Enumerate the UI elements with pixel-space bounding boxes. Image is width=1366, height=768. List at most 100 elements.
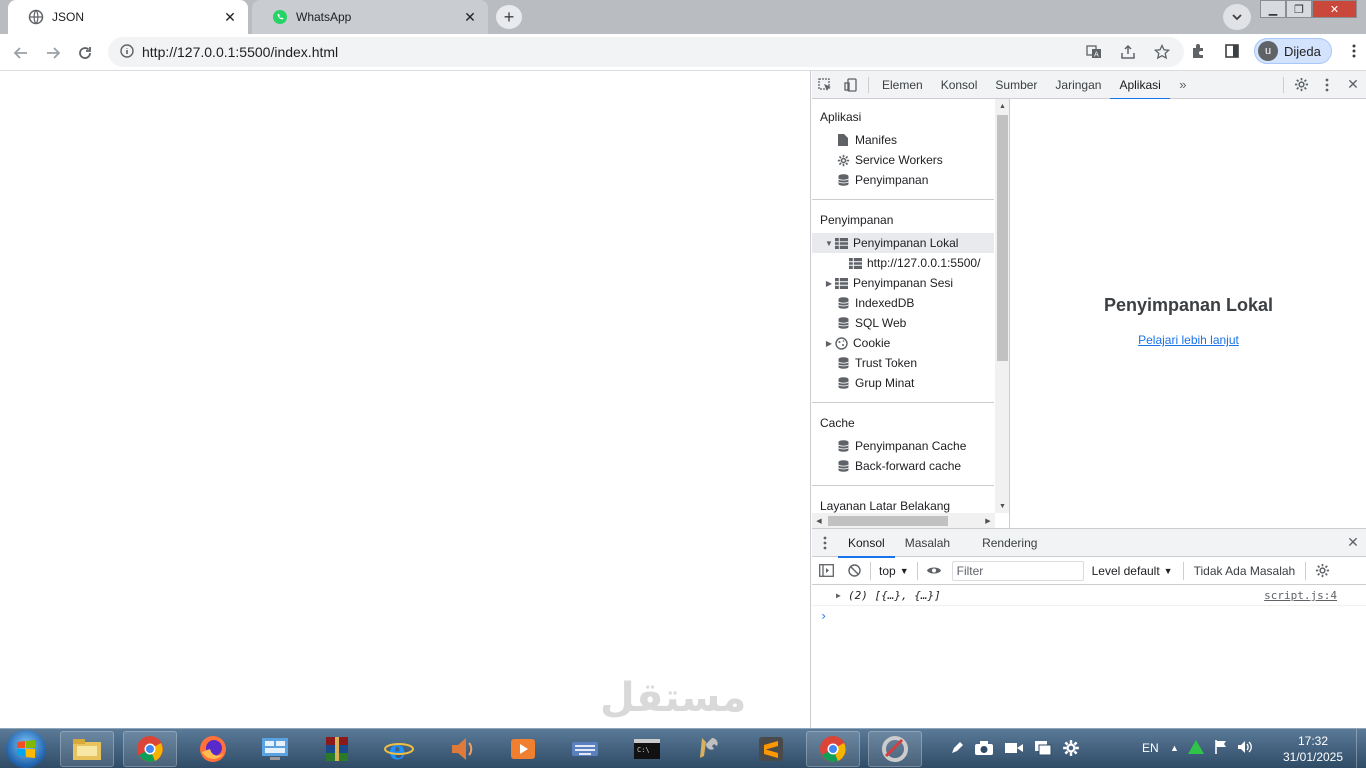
- control-panel-app-icon[interactable]: [248, 731, 302, 767]
- sidebar-item-indexeddb[interactable]: IndexedDB: [812, 293, 994, 313]
- drawer-tab-masalah[interactable]: Masalah: [895, 529, 960, 557]
- sidebar-item-session-storage[interactable]: ▶ Penyimpanan Sesi: [812, 273, 994, 293]
- scroll-left-icon[interactable]: ◀: [812, 513, 826, 528]
- sidebar-toggle-icon[interactable]: [812, 558, 840, 584]
- tab-whatsapp[interactable]: WhatsApp ✕: [252, 0, 488, 34]
- url-text[interactable]: http://127.0.0.1:5500/index.html: [142, 44, 338, 60]
- reload-button[interactable]: [72, 40, 98, 66]
- flag-icon[interactable]: [1213, 739, 1229, 758]
- side-panel-icon[interactable]: [1220, 38, 1244, 64]
- chrome-app-icon[interactable]: [123, 731, 177, 767]
- inspect-icon[interactable]: [812, 71, 838, 99]
- tools-app-icon[interactable]: [682, 731, 736, 767]
- volume-icon[interactable]: [1237, 739, 1253, 758]
- drawer-tab-konsol[interactable]: Konsol: [838, 529, 895, 558]
- menu-kebab-icon[interactable]: [1342, 38, 1366, 64]
- explorer-app-icon[interactable]: [60, 731, 114, 767]
- tab-close-icon[interactable]: ✕: [462, 9, 478, 25]
- sidebar-horizontal-scrollbar[interactable]: ◀ ▶: [812, 513, 995, 528]
- clear-console-icon[interactable]: [840, 558, 868, 584]
- console-log-row[interactable]: ▶ (2) [{…}, {…}] script.js:4: [812, 586, 1366, 606]
- command-prompt-app-icon[interactable]: C:\: [620, 731, 674, 767]
- start-button[interactable]: [6, 730, 46, 768]
- close-devtools-icon[interactable]: ✕: [1340, 71, 1366, 99]
- learn-more-link[interactable]: Pelajari lebih lanjut: [1011, 333, 1366, 347]
- tab-close-icon[interactable]: ✕: [222, 9, 238, 25]
- back-button[interactable]: [8, 40, 34, 66]
- sidebar-item-trust-token[interactable]: Trust Token: [812, 353, 994, 373]
- sidebar-item-sql-web[interactable]: SQL Web: [812, 313, 994, 333]
- maximize-button[interactable]: ❐: [1286, 0, 1312, 18]
- gear-icon[interactable]: [1062, 739, 1080, 760]
- scroll-thumb[interactable]: [828, 516, 948, 526]
- address-bar[interactable]: http://127.0.0.1:5500/index.html A: [108, 37, 1184, 67]
- camera-icon[interactable]: [974, 740, 994, 759]
- sidebar-item-penyimpanan[interactable]: Penyimpanan: [812, 170, 994, 190]
- minimize-button[interactable]: ▁: [1260, 0, 1286, 18]
- sidebar-item-grup-minat[interactable]: Grup Minat: [812, 373, 994, 393]
- extensions-icon[interactable]: [1186, 38, 1210, 64]
- clock[interactable]: 17:32 31/01/2025: [1278, 733, 1348, 765]
- sidebar-item-cookie[interactable]: ▶ Cookie: [812, 333, 994, 353]
- keyboard-app-icon[interactable]: [558, 731, 612, 767]
- sublime-text-app-icon[interactable]: [744, 731, 798, 767]
- share-icon[interactable]: [1118, 42, 1138, 62]
- close-drawer-icon[interactable]: ✕: [1340, 529, 1366, 557]
- sidebar-item-cache-storage[interactable]: Penyimpanan Cache: [812, 436, 994, 456]
- console-filter-input[interactable]: [951, 560, 1084, 581]
- expanded-arrow-icon[interactable]: ▼: [824, 239, 834, 248]
- scroll-up-icon[interactable]: ▲: [995, 99, 1009, 113]
- collapsed-arrow-icon[interactable]: ▶: [824, 279, 834, 288]
- scroll-thumb[interactable]: [997, 115, 1008, 361]
- sidebar-item-service-workers[interactable]: Service Workers: [812, 150, 994, 170]
- show-desktop-button[interactable]: [1356, 729, 1366, 768]
- console-settings-gear-icon[interactable]: [1308, 558, 1336, 584]
- log-source-link[interactable]: script.js:4: [1264, 589, 1337, 602]
- collapsed-arrow-icon[interactable]: ▶: [824, 339, 834, 348]
- log-message[interactable]: (2) [{…}, {…}]: [848, 589, 941, 602]
- tab-sumber[interactable]: Sumber: [986, 71, 1046, 99]
- log-levels-dropdown[interactable]: Level default ▼: [1084, 564, 1181, 578]
- sidebar-vertical-scrollbar[interactable]: ▲ ▼: [995, 99, 1009, 513]
- device-toolbar-icon[interactable]: [838, 71, 864, 99]
- windows-icon[interactable]: [1034, 740, 1052, 759]
- scroll-right-icon[interactable]: ▶: [981, 513, 995, 528]
- profile-button[interactable]: u Dijeda: [1254, 38, 1332, 64]
- star-icon[interactable]: [1152, 42, 1172, 62]
- pen-icon[interactable]: [950, 741, 964, 758]
- network-icon[interactable]: [1187, 739, 1205, 758]
- snipping-app-icon[interactable]: [868, 731, 922, 767]
- new-tab-button[interactable]: +: [496, 5, 522, 29]
- sidebar-item-local-origin[interactable]: http://127.0.0.1:5500/: [812, 253, 994, 273]
- internet-explorer-app-icon[interactable]: e: [372, 731, 426, 767]
- drawer-tab-rendering[interactable]: Rendering: [972, 529, 1047, 557]
- tab-elemen[interactable]: Elemen: [873, 71, 932, 99]
- settings-gear-icon[interactable]: [1288, 71, 1314, 99]
- tab-search-button[interactable]: [1223, 4, 1251, 30]
- expand-arrow-icon[interactable]: ▶: [836, 591, 846, 600]
- forward-button[interactable]: [40, 40, 66, 66]
- scroll-down-icon[interactable]: ▼: [995, 499, 1009, 513]
- firefox-app-icon[interactable]: [186, 731, 240, 767]
- sidebar-item-bfcache[interactable]: Back-forward cache: [812, 456, 994, 476]
- eye-icon[interactable]: [920, 558, 948, 584]
- console-prompt[interactable]: ›: [820, 609, 827, 623]
- close-window-button[interactable]: ✕: [1312, 0, 1357, 18]
- sidebar-item-manifes[interactable]: Manifes: [812, 130, 994, 150]
- tab-jaringan[interactable]: Jaringan: [1046, 71, 1110, 99]
- tab-aplikasi[interactable]: Aplikasi: [1110, 71, 1171, 100]
- tab-json[interactable]: JSON ✕: [8, 0, 248, 34]
- info-icon[interactable]: [120, 43, 134, 61]
- show-hidden-icons-icon[interactable]: ▲: [1170, 739, 1179, 758]
- context-selector[interactable]: top ▼: [873, 564, 915, 578]
- video-icon[interactable]: [1004, 741, 1024, 758]
- language-indicator[interactable]: EN: [1142, 741, 1159, 755]
- tab-konsol[interactable]: Konsol: [932, 71, 987, 99]
- translate-icon[interactable]: A: [1084, 42, 1104, 62]
- winrar-app-icon[interactable]: [310, 731, 364, 767]
- chrome-app-icon-2[interactable]: [806, 731, 860, 767]
- speaker-app-icon[interactable]: [434, 731, 488, 767]
- drawer-menu-icon[interactable]: [812, 529, 838, 557]
- media-player-app-icon[interactable]: [496, 731, 550, 767]
- sidebar-item-local-storage[interactable]: ▼ Penyimpanan Lokal: [812, 233, 994, 253]
